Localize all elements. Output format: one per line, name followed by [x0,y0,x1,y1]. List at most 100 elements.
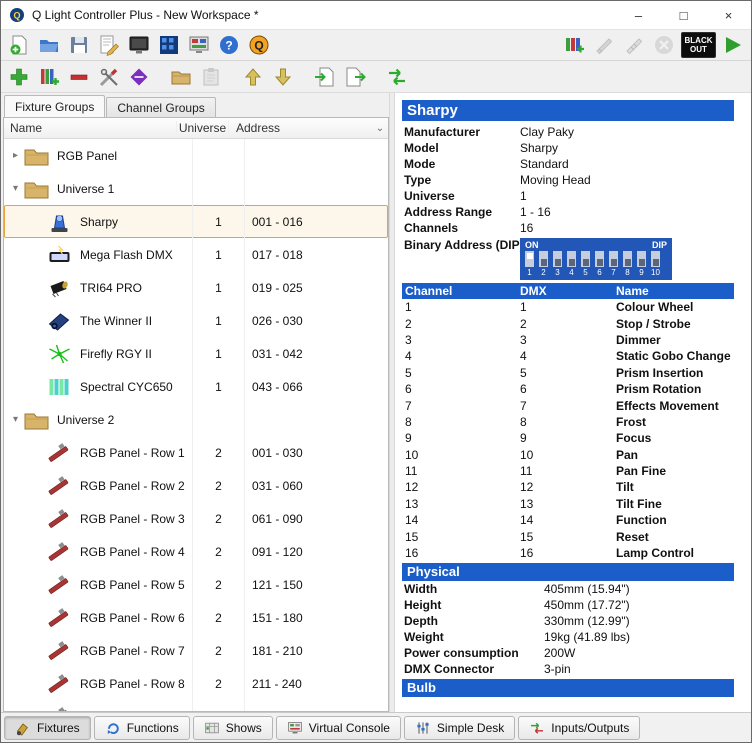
tree-header: Name Universe Address [4,118,388,139]
maximize-button[interactable]: □ [661,1,706,29]
row-name-cell: Spectral CYC650 [4,370,193,403]
dip-switch [623,251,632,267]
tree-row[interactable]: RGB Panel - Row 4 2 091 - 120 [4,535,388,568]
export-fixtures-button[interactable] [341,64,369,90]
property-label: Channels [404,221,520,235]
tree-row[interactable]: RGB Panel - Row 8 2 211 - 240 [4,667,388,700]
expand-chevron-icon[interactable] [8,150,23,161]
property-label: Address Range [404,205,520,219]
pixel-grid-button[interactable] [155,32,183,58]
close-button[interactable]: × [706,1,751,29]
property-value: 16 [520,221,533,235]
save-icon [68,34,90,56]
remap-fixtures-button[interactable] [383,64,411,90]
tree-row[interactable]: TRI64 PRO 1 019 - 025 [4,271,388,304]
fixture-properties-button[interactable] [95,64,123,90]
tab-functions[interactable]: Functions [94,716,190,740]
led-bar-icon [46,540,73,564]
move-down-button[interactable] [269,64,297,90]
tab-virtual-console[interactable]: Virtual Console [276,716,401,740]
panel-tab[interactable]: Fixture Groups [4,95,105,117]
content-area: Fixture Groups Channel Groups Name Unive… [1,93,751,712]
tree-row[interactable]: RGB Panel - Row 3 2 061 - 090 [4,502,388,535]
help-button[interactable]: ? [215,32,243,58]
column-header-universe[interactable]: Universe [177,121,229,135]
minimize-button[interactable]: – [616,1,661,29]
tree-row[interactable]: Universe 1 [4,172,388,205]
open-icon [38,34,60,56]
channel-row: 4 4 Static Gobo Change [402,348,734,364]
dip-switch [539,251,548,267]
wizard-button[interactable] [95,32,123,58]
paste-button[interactable] [197,64,225,90]
channel-row: 14 14 Function [402,512,734,528]
led-bar-icon [46,507,73,531]
tree-row[interactable]: Mega Flash DMX 1 017 - 018 [4,238,388,271]
save-workspace-button[interactable] [65,32,93,58]
move-up-button[interactable] [239,64,267,90]
clapper-button-1[interactable] [590,32,618,58]
channel-name: Focus [616,431,734,445]
column-header-address[interactable]: Address [229,121,372,135]
open-workspace-button[interactable] [35,32,63,58]
channel-number: 10 [402,448,520,462]
tree-row[interactable]: RGB Panel - Row 7 2 181 - 210 [4,634,388,667]
row-address-cell: 181 - 210 [245,634,388,667]
tab-simple-desk[interactable]: Simple Desk [404,716,515,740]
vc-monitor-icon [188,34,210,56]
fixture-columns-button[interactable] [560,32,588,58]
tree-row[interactable]: RGB Panel [4,139,388,172]
property-value: 1 [520,189,527,203]
led-bar-icon [46,573,73,597]
add-fixture-button[interactable] [5,64,33,90]
address-tool-button[interactable] [185,32,213,58]
new-workspace-button[interactable] [5,32,33,58]
context-tab-label: Functions [127,721,179,735]
tree-row[interactable]: RGB Panel - Row 5 2 121 - 150 [4,568,388,601]
expand-chevron-icon[interactable] [8,183,23,194]
property-value: Clay Paky [520,125,574,139]
tree-row[interactable]: Firefly RGY II 1 031 - 042 [4,337,388,370]
row-address-cell: 211 - 240 [245,667,388,700]
tree-row[interactable]: RGB Panel - Row 2 2 031 - 060 [4,469,388,502]
operate-mode-button[interactable] [719,32,747,58]
tree-row[interactable]: Spectral CYC650 1 043 - 066 [4,370,388,403]
row-name-cell: RGB Panel - Row 8 [4,667,193,700]
window-title: Q Light Controller Plus - New Workspace … [32,8,259,22]
tab-inputs-outputs[interactable]: Inputs/Outputs [518,716,640,740]
tree-row[interactable]: RGB Panel - Row 9 2 241 - 270 [4,700,388,711]
add-rgb-panel-button[interactable] [35,64,63,90]
stop-all-functions-button[interactable] [650,32,678,58]
remove-fixture-button[interactable] [65,64,93,90]
tab-shows[interactable]: Shows [193,716,273,740]
dmx-col-header: DMX [520,284,616,298]
tree-row[interactable]: Sharpy 1 001 - 016 [4,205,388,238]
group-folder-icon [170,66,192,88]
tree-row[interactable]: Universe 2 [4,403,388,436]
expand-chevron-icon[interactable] [8,414,23,425]
tab-fixtures-icon [15,720,31,736]
channel-col-header: Channel [402,284,520,298]
new-group-button[interactable] [167,64,195,90]
name-col-header: Name [616,284,734,298]
help-icon: ? [218,34,240,56]
about-button[interactable]: Q [245,32,273,58]
tab-fixtures[interactable]: Fixtures [4,716,91,740]
property-row: Weight 19kg (41.89 lbs) [402,629,734,645]
dip-switch [553,251,562,267]
import-fixtures-button[interactable] [311,64,339,90]
dip-switch [525,251,534,267]
dip-number: 9 [637,268,646,277]
tree-row[interactable]: The Winner II 1 026 - 030 [4,304,388,337]
tree-row[interactable]: RGB Panel - Row 6 2 151 - 180 [4,601,388,634]
header-menu-icon[interactable] [372,123,388,134]
panel-tab[interactable]: Channel Groups [106,97,215,117]
tree-row[interactable]: RGB Panel - Row 1 2 001 - 030 [4,436,388,469]
dip-top-labels: ON DIP [525,240,667,250]
add-channel-group-button[interactable] [125,64,153,90]
folder-icon [23,408,50,432]
blackout-button[interactable]: BLACK OUT [681,32,716,58]
dmx-monitor-button[interactable] [125,32,153,58]
column-header-name[interactable]: Name [4,121,177,135]
clapper-button-2[interactable] [620,32,648,58]
